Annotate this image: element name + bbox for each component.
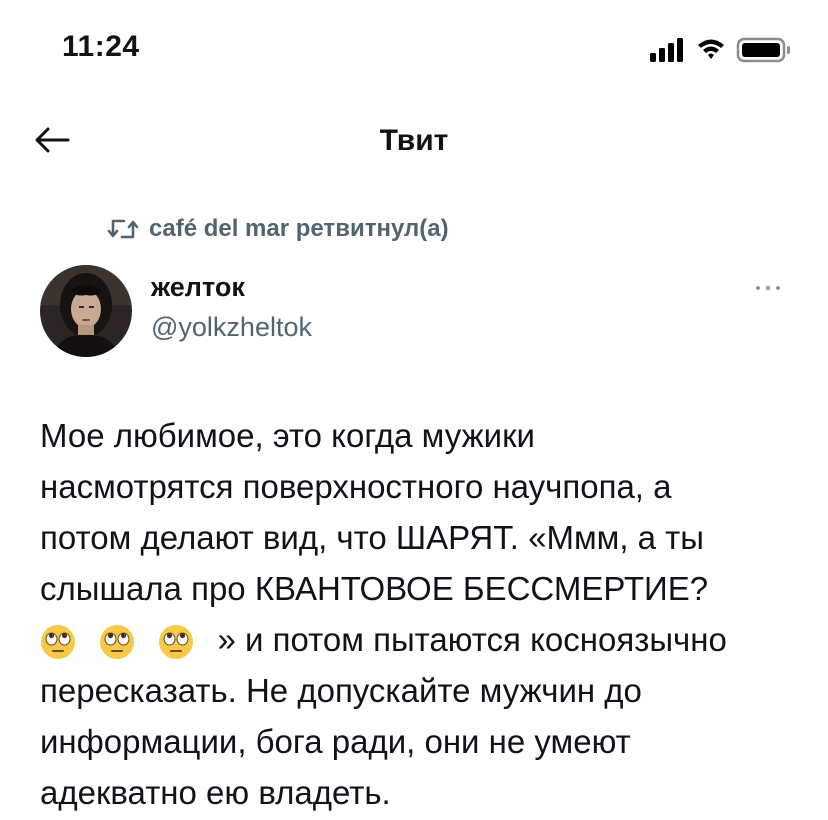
tweet-line: информации, бога ради, они не умеют bbox=[40, 723, 631, 760]
author-handle[interactable]: @yolkzheltok bbox=[151, 312, 312, 343]
tweet-line: насмотрятся поверхностного научпопа, а bbox=[40, 468, 672, 505]
wifi-icon bbox=[698, 39, 724, 59]
signal-icon bbox=[650, 38, 683, 62]
tweet-line: потом делают вид, что ШАРЯТ. «Ммм, а ты bbox=[40, 519, 705, 556]
tweet-line: адекватно ею владеть. bbox=[40, 774, 391, 811]
avatar-image bbox=[40, 265, 132, 357]
tweet-line-with-emoji: » и потом пытаются косноязычно bbox=[40, 614, 800, 665]
rolling-eyes-emoji-icon bbox=[100, 625, 135, 660]
retweet-text: café del mar ретвитнул(а) bbox=[149, 215, 449, 242]
tweet-line: Мое любимое, это когда мужики bbox=[40, 417, 535, 454]
rolling-eyes-emoji-icon bbox=[41, 625, 75, 660]
retweet-context[interactable]: café del mar ретвитнул(а) bbox=[107, 212, 449, 246]
page-title: Твит bbox=[379, 124, 449, 157]
tweet-text: Мое любимое, это когда мужики насмотрятс… bbox=[40, 410, 800, 818]
tweet-line: » и потом пытаются косноязычно bbox=[217, 621, 727, 658]
author-name[interactable]: желток bbox=[151, 272, 245, 303]
more-dots-icon[interactable] bbox=[748, 276, 788, 300]
back-arrow-icon[interactable] bbox=[30, 118, 74, 162]
battery-icon bbox=[736, 37, 790, 63]
status-icons bbox=[650, 37, 790, 63]
avatar[interactable] bbox=[40, 265, 132, 357]
tweet-line: пересказать. Не допускайте мужчин до bbox=[40, 672, 642, 709]
retweet-icon bbox=[107, 219, 139, 239]
rolling-eyes-emoji-icon bbox=[159, 625, 194, 660]
status-time: 11:24 bbox=[62, 30, 140, 63]
tweet-line: слышала про КВАНТОВОЕ БЕССМЕРТИЕ? bbox=[40, 570, 709, 607]
